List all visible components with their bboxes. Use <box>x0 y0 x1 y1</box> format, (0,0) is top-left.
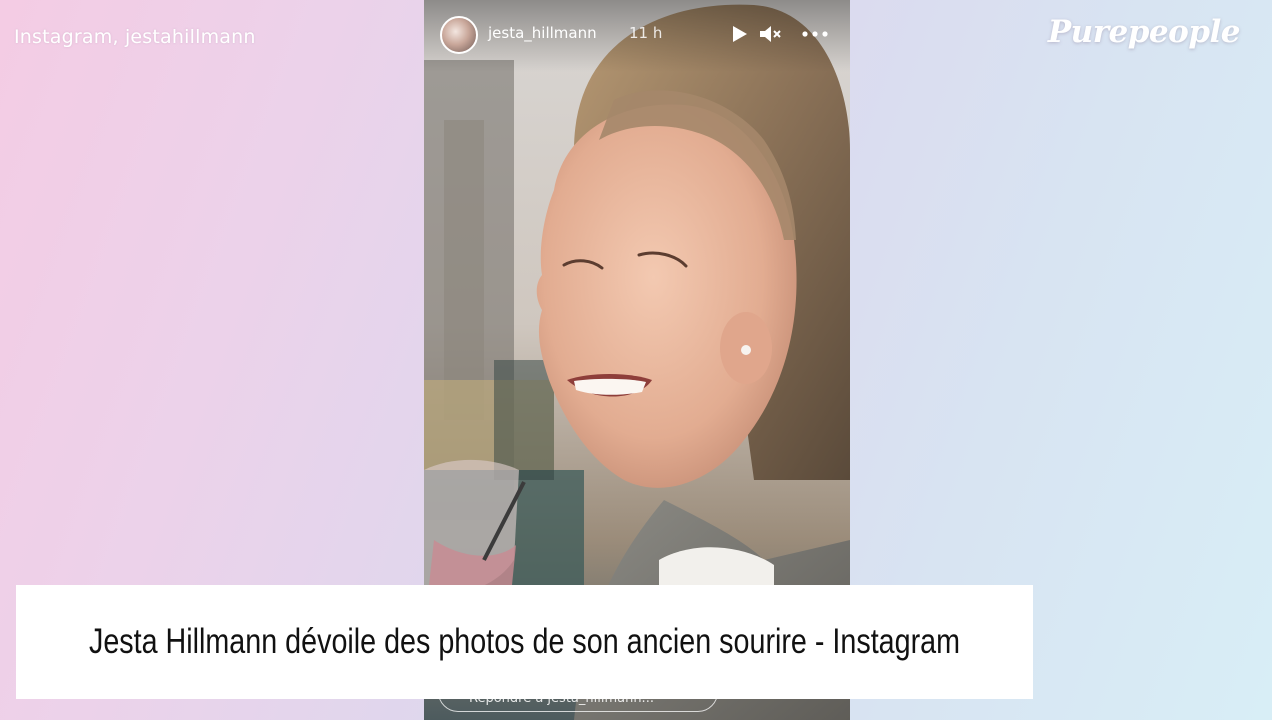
photo-credit: Instagram, jestahillmann <box>14 26 256 48</box>
more-options-icon[interactable] <box>798 26 832 42</box>
speaker-muted-icon[interactable] <box>758 23 782 45</box>
caption-banner: Jesta Hillmann dévoile des photos de son… <box>16 585 1033 699</box>
story-username[interactable]: jesta_hillmann <box>488 24 597 42</box>
caption-text: Jesta Hillmann dévoile des photos de son… <box>88 622 961 661</box>
story-header: jesta_hillmann 11 h <box>424 0 850 72</box>
story-time: 11 h <box>629 24 663 42</box>
profile-avatar[interactable] <box>440 16 478 54</box>
brand-logo: Purepeople <box>1047 14 1241 50</box>
play-icon[interactable] <box>728 23 750 45</box>
